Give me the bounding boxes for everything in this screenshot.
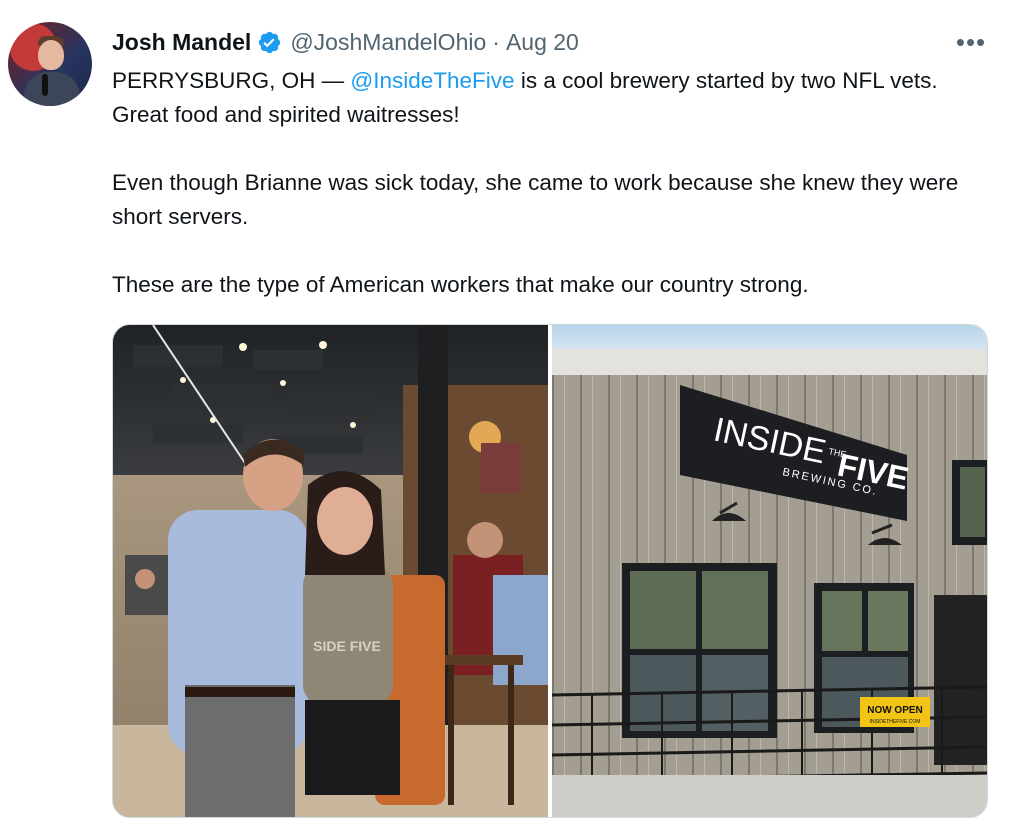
photo-restaurant-interior[interactable]: SIDE FIVE bbox=[113, 325, 548, 817]
author-name[interactable]: Josh Mandel bbox=[112, 29, 251, 56]
author-handle[interactable]: @JoshMandelOhio bbox=[290, 29, 486, 56]
tweet-paragraph-1: PERRYSBURG, OH — @InsideTheFive is a coo… bbox=[112, 64, 992, 132]
tweet-paragraph-3: These are the type of American workers t… bbox=[112, 272, 809, 297]
banner-url-text: INSIDETHEFIVE.COM bbox=[870, 719, 921, 725]
verified-badge-icon bbox=[259, 31, 281, 53]
tweet[interactable]: Josh Mandel @JoshMandelOhio · Aug 20 •••… bbox=[0, 0, 1024, 833]
now-open-banner-text: NOW OPEN bbox=[867, 705, 923, 716]
tweet-date[interactable]: Aug 20 bbox=[506, 29, 579, 56]
dateline: PERRYSBURG, OH — bbox=[112, 68, 351, 93]
tweet-text: PERRYSBURG, OH — @InsideTheFive is a coo… bbox=[112, 64, 992, 302]
more-options-button[interactable]: ••• bbox=[950, 27, 992, 57]
photo-brewery-exterior[interactable]: INSIDE THE FIVE BREWING CO. NOW OPEN INS… bbox=[552, 325, 987, 817]
author-avatar[interactable] bbox=[8, 22, 92, 106]
shirt-logo-text: SIDE FIVE bbox=[313, 638, 381, 654]
tweet-header: Josh Mandel @JoshMandelOhio · Aug 20 bbox=[112, 26, 579, 58]
tweet-paragraph-2: Even though Brianne was sick today, she … bbox=[112, 170, 959, 229]
mention-link[interactable]: @InsideTheFive bbox=[350, 68, 514, 93]
tweet-media: SIDE FIVE INSIDE THE FIVE BREWING CO. NO… bbox=[112, 324, 988, 818]
separator: · bbox=[492, 28, 500, 55]
